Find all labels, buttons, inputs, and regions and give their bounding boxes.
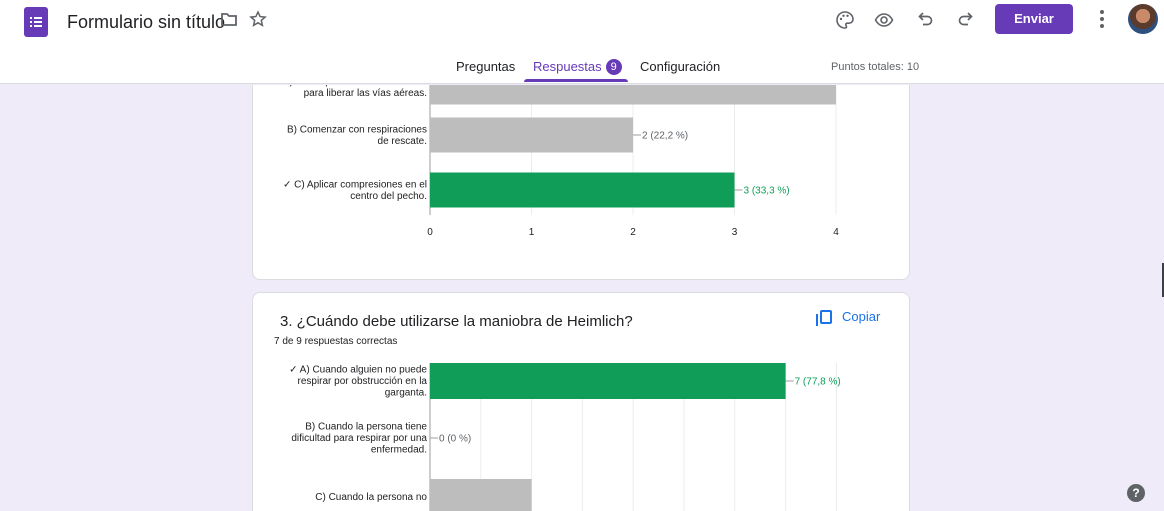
top-bar: Formulario sin título Enviar Preguntas R… xyxy=(0,0,1164,84)
category-label: dificultad para respirar por una xyxy=(291,433,427,444)
category-label: ✓ A) Cuando alguien no puede xyxy=(289,365,427,376)
responses-count-badge: 9 xyxy=(605,59,622,75)
bar xyxy=(430,172,735,208)
category-label: B) Cuando la persona tiene xyxy=(305,422,427,433)
tab-settings[interactable]: Configuración xyxy=(640,59,720,74)
question-card-2: A) Hacer presión en el abdomenpara liber… xyxy=(252,85,910,280)
star-icon[interactable] xyxy=(246,10,270,34)
x-tick-label: 2 xyxy=(630,227,636,238)
value-label: 0 (0 %) xyxy=(439,434,471,445)
category-label: garganta. xyxy=(385,388,427,399)
x-tick-label: 1 xyxy=(529,227,535,238)
value-label: 2 (22,2 %) xyxy=(642,131,688,142)
active-tab-indicator xyxy=(524,79,628,82)
category-label: enfermedad. xyxy=(371,445,427,456)
undo-icon[interactable] xyxy=(914,10,938,34)
forms-logo-icon[interactable] xyxy=(24,7,48,37)
palette-icon[interactable] xyxy=(833,10,857,34)
folder-icon[interactable] xyxy=(217,10,241,34)
category-label: B) Comenzar con respiraciones xyxy=(287,124,427,135)
avatar[interactable] xyxy=(1128,4,1158,34)
question-card-3: 3. ¿Cuándo debe utilizarse la maniobra d… xyxy=(252,292,910,511)
total-points: Puntos totales: 10 xyxy=(831,61,920,73)
category-label: ✓ C) Aplicar compresiones en el xyxy=(283,179,427,190)
responses-viewport[interactable]: A) Hacer presión en el abdomenpara liber… xyxy=(0,85,1164,511)
tab-questions[interactable]: Preguntas xyxy=(456,59,515,74)
category-label: C) Cuando la persona no xyxy=(315,492,427,503)
bar xyxy=(430,85,836,105)
category-label: centro del pecho. xyxy=(350,191,427,202)
tab-responses[interactable]: Respuestas 9 xyxy=(533,59,622,75)
value-label: 7 (77,8 %) xyxy=(795,377,841,388)
help-icon[interactable]: ? xyxy=(1127,484,1145,502)
question-2-bar-chart: A) Hacer presión en el abdomenpara liber… xyxy=(283,85,839,238)
more-vert-icon[interactable] xyxy=(1099,8,1105,30)
category-label: para liberar las vías aéreas. xyxy=(304,88,427,99)
tab-bar: Preguntas Respuestas 9 Configuración xyxy=(0,56,1164,84)
question-3-bar-chart: ✓ A) Cuando alguien no puederespirar por… xyxy=(289,363,841,511)
x-tick-label: 0 xyxy=(427,227,433,238)
send-button[interactable]: Enviar xyxy=(995,4,1073,34)
bar xyxy=(430,363,786,399)
tab-responses-label: Respuestas xyxy=(533,59,602,74)
bar xyxy=(430,117,633,153)
category-label: de rescate. xyxy=(378,136,427,147)
x-tick-label: 3 xyxy=(732,227,738,238)
redo-icon[interactable] xyxy=(953,10,977,34)
form-title[interactable]: Formulario sin título xyxy=(67,12,225,33)
value-label: 3 (33,3 %) xyxy=(744,186,790,197)
bar xyxy=(430,479,532,511)
category-label: respirar por obstrucción en la xyxy=(297,376,427,387)
eye-icon[interactable] xyxy=(872,10,896,34)
x-tick-label: 4 xyxy=(833,227,839,238)
